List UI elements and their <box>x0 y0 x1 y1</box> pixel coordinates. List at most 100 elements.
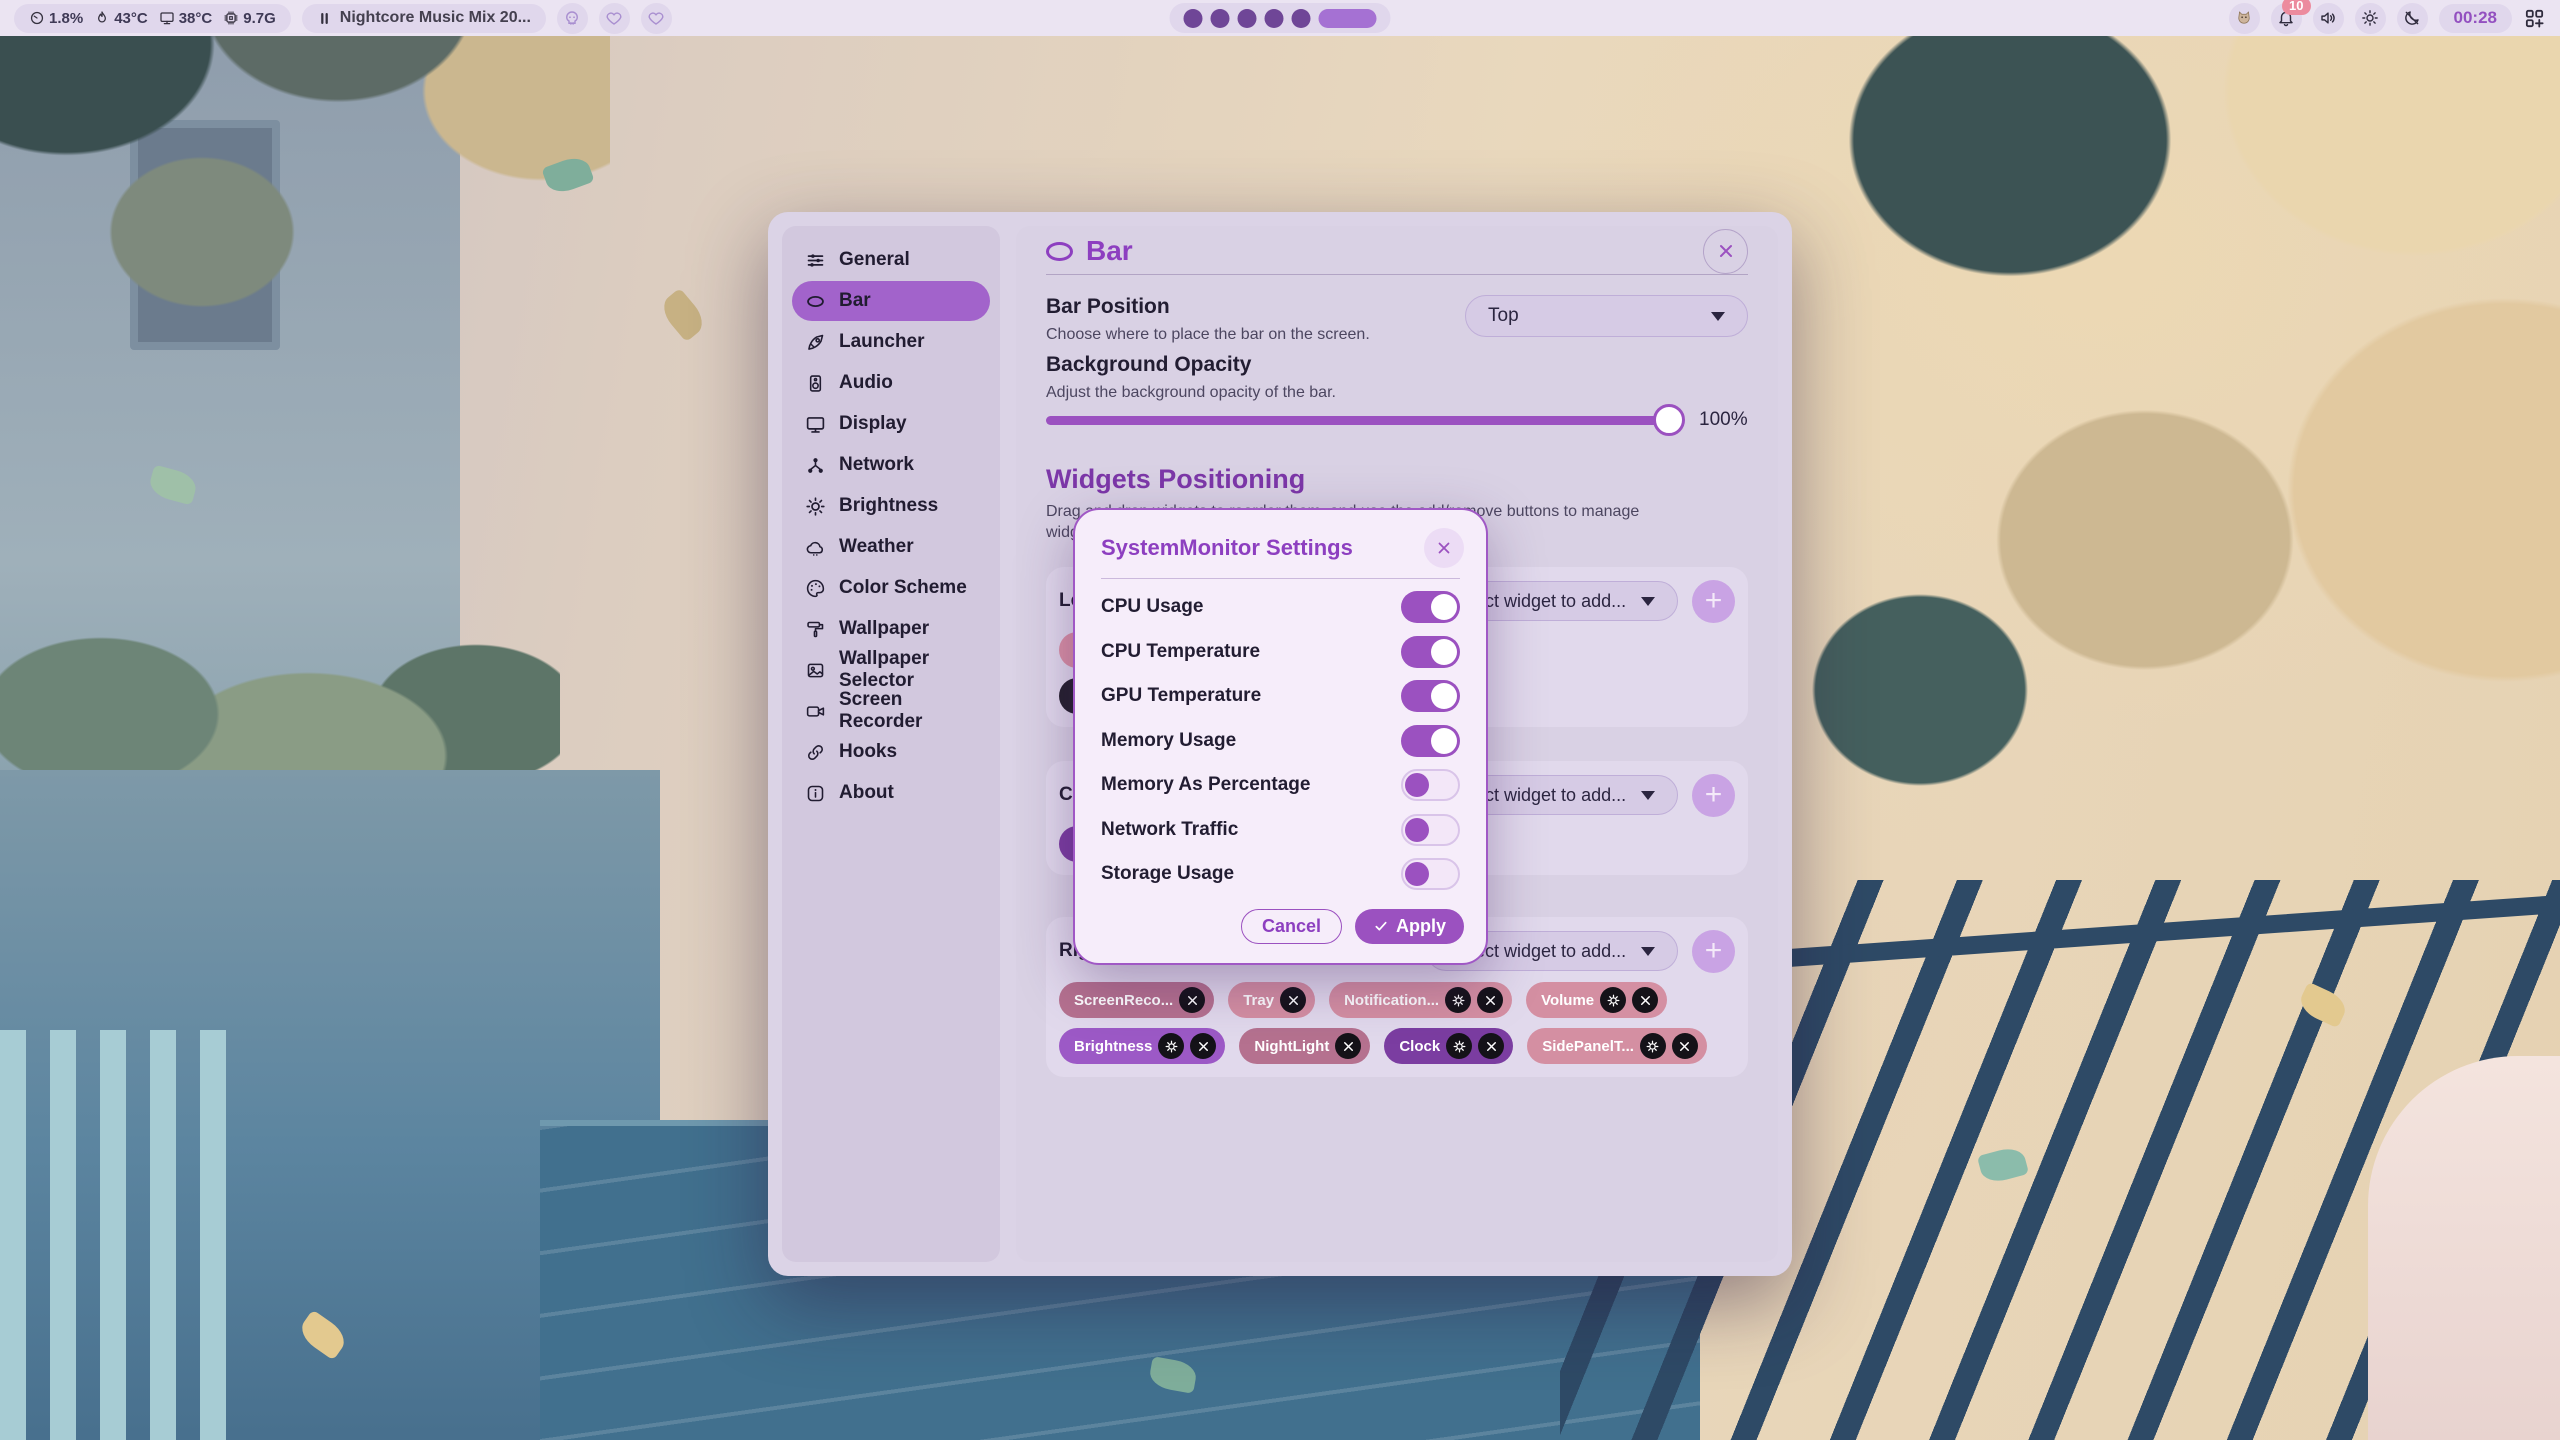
widget-chip-brightness[interactable]: Brightness <box>1059 1028 1225 1064</box>
sidebar-nav: GeneralBarLauncher Audio DisplayNetworkBri… <box>782 226 1000 1262</box>
sidebar-item-wallpaper-selector[interactable]: Wallpaper Selector <box>792 650 990 690</box>
workspace-2[interactable] <box>1211 9 1230 28</box>
workspace-5[interactable] <box>1292 9 1311 28</box>
toggle-gpu-temperature[interactable] <box>1401 680 1460 712</box>
add-widget-button[interactable]: + <box>1692 774 1735 817</box>
widgets-positioning-title: Widgets Positioning <box>1046 463 1748 495</box>
toggle-memory-usage[interactable] <box>1401 725 1460 757</box>
toggle-cpu-temperature[interactable] <box>1401 636 1460 668</box>
chip-remove-button[interactable] <box>1179 987 1205 1013</box>
chip-remove-button[interactable] <box>1478 1033 1504 1059</box>
roller-icon <box>805 619 826 640</box>
sidebar-item-weather[interactable]: Weather <box>792 527 990 567</box>
gear-icon <box>1164 1039 1179 1054</box>
volume-button[interactable] <box>2313 3 2344 34</box>
widget-chip-nightlight[interactable]: NightLight <box>1239 1028 1370 1064</box>
emote-button[interactable] <box>557 3 588 34</box>
bar-position-dropdown[interactable]: Top <box>1465 295 1748 337</box>
nightlight-button[interactable] <box>2397 3 2428 34</box>
wallpaper-railing <box>0 1030 230 1440</box>
close-settings-button[interactable] <box>1703 229 1748 274</box>
chip-remove-button[interactable] <box>1477 987 1503 1013</box>
add-widget-button[interactable]: + <box>1692 930 1735 973</box>
gear-icon <box>1606 993 1621 1008</box>
sidebar-item-general[interactable]: General <box>792 240 990 280</box>
modal-close-button[interactable] <box>1424 528 1464 568</box>
slider-knob[interactable] <box>1653 404 1685 436</box>
background-opacity-row: Background Opacity Adjust the background… <box>1046 353 1748 403</box>
bar-position-label: Bar Position <box>1046 295 1370 319</box>
widget-chip-notification[interactable]: Notification... <box>1329 982 1512 1018</box>
workspaces-indicator[interactable] <box>1170 3 1391 33</box>
media-module[interactable]: Nightcore Music Mix 20... <box>302 4 546 33</box>
chip-remove-button[interactable] <box>1632 987 1658 1013</box>
notifications-button[interactable]: 10 <box>2271 3 2302 34</box>
sidebar-item-network[interactable]: Network <box>792 445 990 485</box>
sidebar-item-brightness[interactable]: Brightness <box>792 486 990 526</box>
dashboard-button[interactable] <box>2523 7 2546 30</box>
sidebar-item-audio[interactable]: Audio <box>792 363 990 403</box>
chip-settings-button[interactable] <box>1158 1033 1184 1059</box>
chip-remove-button[interactable] <box>1335 1033 1361 1059</box>
apply-button[interactable]: Apply <box>1355 909 1464 944</box>
sidebar-item-wallpaper[interactable]: Wallpaper <box>792 609 990 649</box>
background-opacity-slider[interactable] <box>1046 416 1683 425</box>
sidebar-item-label: Hooks <box>839 741 897 763</box>
toggle-storage-usage[interactable] <box>1401 858 1460 890</box>
workspace-1[interactable] <box>1184 9 1203 28</box>
widget-chip-volume[interactable]: Volume <box>1526 982 1667 1018</box>
moon-off-icon <box>2403 9 2421 27</box>
sidebar-item-launcher[interactable]: Launcher <box>792 322 990 362</box>
background-opacity-description: Adjust the background opacity of the bar… <box>1046 383 1336 403</box>
chip-settings-button[interactable] <box>1640 1033 1666 1059</box>
like-button[interactable] <box>641 3 672 34</box>
top-bar: 1.8% 43°C 38°C 9.7G Nightcore Music Mix … <box>0 0 2560 36</box>
chevron-down-icon <box>1711 312 1725 321</box>
favorite-button[interactable] <box>599 3 630 34</box>
sidebar-item-about[interactable]: About <box>792 773 990 813</box>
chip-label: SidePanelT... <box>1542 1038 1634 1055</box>
workspace-4[interactable] <box>1265 9 1284 28</box>
widget-chip-sidepanelt[interactable]: SidePanelT... <box>1527 1028 1707 1064</box>
widget-chip-clock[interactable]: Clock <box>1384 1028 1513 1064</box>
sidebar-item-screen-recorder[interactable]: Screen Recorder <box>792 691 990 731</box>
chip-remove-button[interactable] <box>1280 987 1306 1013</box>
cancel-button[interactable]: Cancel <box>1241 909 1342 944</box>
chip-label: Tray <box>1243 992 1274 1009</box>
add-widget-button[interactable]: + <box>1692 580 1735 623</box>
network-icon <box>805 455 826 476</box>
toggle-cpu-usage[interactable] <box>1401 591 1460 623</box>
sidebar-item-display[interactable]: Display <box>792 404 990 444</box>
close-icon <box>1677 1039 1692 1054</box>
chip-icon <box>223 10 239 26</box>
tray-app-button[interactable] <box>2229 3 2260 34</box>
monitor-icon <box>805 414 826 435</box>
toggle-network-traffic[interactable] <box>1401 814 1460 846</box>
sidebar-item-bar[interactable]: Bar <box>792 281 990 321</box>
close-icon <box>1286 993 1301 1008</box>
toggle-row-storage-usage: Storage Usage <box>1101 852 1460 897</box>
sidebar-item-color-scheme[interactable]: Color Scheme <box>792 568 990 608</box>
sidebar-item-hooks[interactable]: Hooks <box>792 732 990 772</box>
chip-remove-button[interactable] <box>1672 1033 1698 1059</box>
chip-settings-button[interactable] <box>1446 1033 1472 1059</box>
chip-settings-button[interactable] <box>1600 987 1626 1013</box>
background-opacity-value: 100% <box>1699 409 1748 431</box>
chip-remove-button[interactable] <box>1190 1033 1216 1059</box>
chip-settings-button[interactable] <box>1445 987 1471 1013</box>
gear-icon <box>1452 1039 1467 1054</box>
system-stats-module[interactable]: 1.8% 43°C 38°C 9.7G <box>14 4 291 33</box>
chevron-down-icon <box>1641 947 1655 956</box>
widget-chip-screenreco[interactable]: ScreenReco... <box>1059 982 1214 1018</box>
sidebar-item-label: Audio <box>839 372 893 394</box>
toggle-list: CPU UsageCPU TemperatureGPU TemperatureM… <box>1075 579 1486 897</box>
cpu-temp-value: 43°C <box>114 10 148 27</box>
toggle-memory-as-percentage[interactable] <box>1401 769 1460 801</box>
clock-value: 00:28 <box>2454 8 2497 28</box>
clock[interactable]: 00:28 <box>2439 4 2512 33</box>
workspace-6-active[interactable] <box>1319 9 1377 28</box>
widget-chip-tray[interactable]: Tray <box>1228 982 1315 1018</box>
workspace-3[interactable] <box>1238 9 1257 28</box>
toggle-label: Storage Usage <box>1101 863 1234 885</box>
brightness-button[interactable] <box>2355 3 2386 34</box>
